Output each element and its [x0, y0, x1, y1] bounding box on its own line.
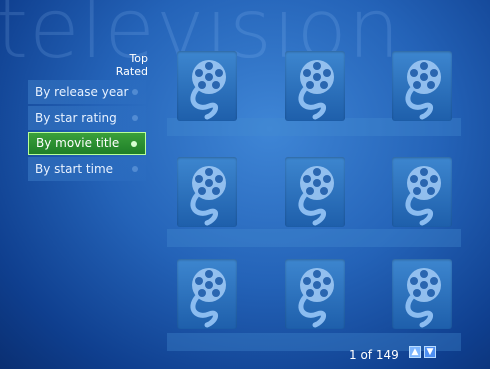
film-reel-icon: [405, 166, 441, 226]
bullet-icon: [132, 115, 138, 121]
film-reel-icon: [298, 166, 334, 226]
movie-tile[interactable]: [177, 51, 237, 121]
row-shelf: [167, 229, 461, 247]
menu-item-label: By movie title: [36, 136, 120, 150]
bullet-icon: [132, 89, 138, 95]
movie-tile[interactable]: [285, 157, 345, 227]
movie-grid: [163, 45, 463, 351]
media-center-screen: { "watermark": "television", "section_la…: [0, 0, 490, 369]
chevron-up-icon[interactable]: ▲: [409, 346, 421, 358]
page-counter: 1 of 149: [349, 348, 399, 362]
movie-tile[interactable]: [177, 259, 237, 329]
film-reel-icon: [298, 268, 334, 328]
film-reel-icon: [190, 166, 226, 226]
movie-tile[interactable]: [392, 51, 452, 121]
menu-item-label: By release year: [35, 85, 129, 99]
pager-arrows: ▲ ▼: [409, 346, 436, 358]
menu-item-label: By start time: [35, 162, 114, 176]
bullet-icon: [132, 166, 138, 172]
film-reel-icon: [190, 268, 226, 328]
film-reel-icon: [405, 268, 441, 328]
movie-tile[interactable]: [392, 259, 452, 329]
chevron-down-icon[interactable]: ▼: [424, 346, 436, 358]
bullet-icon: [131, 141, 137, 147]
menu-item-start-time[interactable]: By start time: [28, 157, 146, 181]
movie-tile[interactable]: [285, 259, 345, 329]
menu-item-movie-title[interactable]: By movie title: [28, 132, 146, 155]
menu-item-label: By star rating: [35, 111, 117, 125]
sort-menu: By release year By star rating By movie …: [28, 80, 146, 183]
movie-tile[interactable]: [177, 157, 237, 227]
film-reel-icon: [190, 60, 226, 120]
film-reel-icon: [405, 60, 441, 120]
menu-item-star-rating[interactable]: By star rating: [28, 106, 146, 130]
film-reel-icon: [298, 60, 334, 120]
menu-item-release-year[interactable]: By release year: [28, 80, 146, 104]
movie-tile[interactable]: [392, 157, 452, 227]
movie-tile[interactable]: [285, 51, 345, 121]
section-title: Top Rated: [115, 52, 148, 78]
